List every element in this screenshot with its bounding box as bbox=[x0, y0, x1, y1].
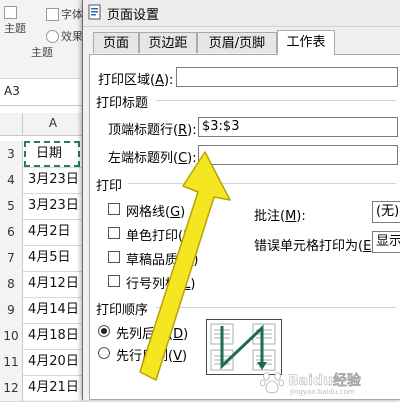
theme-group-label: 主题 bbox=[31, 46, 53, 59]
row-number[interactable]: 12 bbox=[0, 375, 23, 401]
group-divider bbox=[128, 183, 396, 184]
table-row: 8 4月12日 bbox=[0, 271, 84, 298]
baidu-watermark: Baidu经验 jingyan.baidu.com bbox=[258, 368, 400, 398]
draft-quality-checkbox[interactable] bbox=[108, 251, 120, 263]
dialog-title: 页面设置 bbox=[107, 8, 160, 23]
cell-a10[interactable]: 4月18日 bbox=[28, 323, 79, 349]
page-setup-icon bbox=[88, 4, 101, 20]
page-setup-dialog: 页面设置 页面 页边距 页眉/页脚 工作表 打印区域(A): 打印标题 顶端标题… bbox=[82, 0, 400, 400]
ribbon-theme-group: 字体 效果 主题 主题 bbox=[0, 0, 84, 79]
row-number[interactable]: 7 bbox=[0, 245, 23, 271]
down-then-over-radio[interactable] bbox=[98, 325, 110, 337]
cell-a11[interactable]: 4月20日 bbox=[28, 349, 79, 375]
effect-theme-button[interactable]: 效果 bbox=[61, 28, 83, 44]
gridlines-checkbox[interactable] bbox=[108, 203, 120, 215]
table-row: 11 4月20日 bbox=[0, 349, 84, 376]
effect-theme-icon bbox=[46, 30, 59, 43]
table-row: 4 3月23日 bbox=[0, 167, 84, 194]
monochrome-label: 单色打印(B) bbox=[126, 229, 198, 244]
monochrome-checkbox[interactable] bbox=[108, 227, 120, 239]
cell-a6[interactable]: 4月2日 bbox=[28, 219, 71, 245]
row-number[interactable]: 8 bbox=[0, 271, 23, 297]
row-col-headings-label: 行号列标(L) bbox=[126, 277, 196, 292]
group-divider bbox=[156, 307, 396, 308]
row-number[interactable]: 10 bbox=[0, 323, 23, 349]
over-then-down-label: 先行后列(V) bbox=[116, 349, 188, 364]
row-number[interactable]: 11 bbox=[0, 349, 23, 375]
tab-margins[interactable]: 页边距 bbox=[139, 32, 197, 53]
row-col-headings-checkbox[interactable] bbox=[108, 275, 120, 287]
down-then-over-label: 先列后行(D) bbox=[116, 327, 189, 342]
print-area-label: 打印区域(A): bbox=[98, 73, 174, 88]
title-rows-label: 顶端标题行(R): bbox=[108, 123, 197, 138]
table-row: 9 4月14日 bbox=[0, 297, 84, 324]
group-divider bbox=[156, 100, 396, 101]
column-header-a[interactable]: A bbox=[23, 116, 83, 130]
row-number[interactable]: 6 bbox=[0, 219, 23, 245]
baidu-paw-icon bbox=[259, 372, 285, 394]
watermark-url: jingyan.baidu.com bbox=[290, 388, 355, 396]
gridlines-label: 网格线(G) bbox=[126, 205, 186, 220]
table-row: 6 4月2日 bbox=[0, 219, 84, 246]
table-row: 5 3月23日 bbox=[0, 193, 84, 220]
cell-errors-label: 错误单元格打印为(E): bbox=[254, 239, 381, 254]
row-number[interactable]: 3 bbox=[0, 141, 23, 167]
title-rows-input[interactable]: $3:$3 bbox=[198, 117, 398, 137]
theme-button[interactable]: 主题 bbox=[4, 20, 26, 36]
draft-quality-label: 草稿品质(Q) bbox=[126, 253, 199, 268]
over-then-down-radio[interactable] bbox=[98, 347, 110, 359]
column-header-row: A bbox=[0, 113, 84, 136]
cell-a7[interactable]: 4月5日 bbox=[28, 245, 71, 271]
cell-a9[interactable]: 4月14日 bbox=[28, 297, 79, 323]
name-box[interactable]: A3 bbox=[4, 84, 20, 98]
tab-header-footer[interactable]: 页眉/页脚 bbox=[197, 32, 277, 53]
sheet-tab-panel: 打印区域(A): 打印标题 顶端标题行(R): $3:$3 左端标题列(C): … bbox=[89, 54, 400, 400]
print-area-input[interactable] bbox=[176, 67, 398, 87]
page-order-group-label: 打印顺序 bbox=[96, 303, 149, 318]
print-group-label: 打印 bbox=[96, 179, 123, 194]
dialog-titlebar[interactable]: 页面设置 bbox=[83, 0, 400, 27]
watermark-text: Baidu经验 bbox=[288, 373, 361, 390]
row-number[interactable]: 9 bbox=[0, 297, 23, 323]
tab-sheet[interactable]: 工作表 bbox=[277, 30, 335, 55]
cell-errors-select[interactable]: 显示 bbox=[372, 231, 400, 253]
table-row: 7 4月5日 bbox=[0, 245, 84, 272]
font-theme-icon bbox=[46, 8, 59, 21]
comments-label: 批注(M): bbox=[254, 209, 306, 224]
page-order-preview bbox=[206, 319, 282, 375]
name-box-row: A3 bbox=[0, 79, 84, 106]
comments-select[interactable]: (无) bbox=[372, 201, 400, 223]
row-number[interactable]: 5 bbox=[0, 193, 23, 219]
cell-a5[interactable]: 3月23日 bbox=[28, 193, 79, 219]
row-number[interactable]: 4 bbox=[0, 167, 23, 193]
tab-page[interactable]: 页面 bbox=[93, 32, 139, 53]
table-row: 12 4月21日 bbox=[0, 375, 84, 402]
print-titles-group-label: 打印标题 bbox=[96, 96, 149, 111]
title-columns-input[interactable] bbox=[198, 145, 398, 165]
title-columns-label: 左端标题列(C): bbox=[108, 151, 197, 166]
cell-a8[interactable]: 4月12日 bbox=[28, 271, 79, 297]
selected-title-row-marquee bbox=[24, 141, 80, 167]
cell-a12[interactable]: 4月21日 bbox=[28, 375, 79, 401]
cell-a4[interactable]: 3月23日 bbox=[28, 167, 79, 193]
select-all-corner[interactable] bbox=[0, 113, 23, 135]
theme-icon[interactable] bbox=[4, 6, 17, 19]
font-theme-button[interactable]: 字体 bbox=[61, 6, 83, 22]
table-row: 10 4月18日 bbox=[0, 323, 84, 350]
